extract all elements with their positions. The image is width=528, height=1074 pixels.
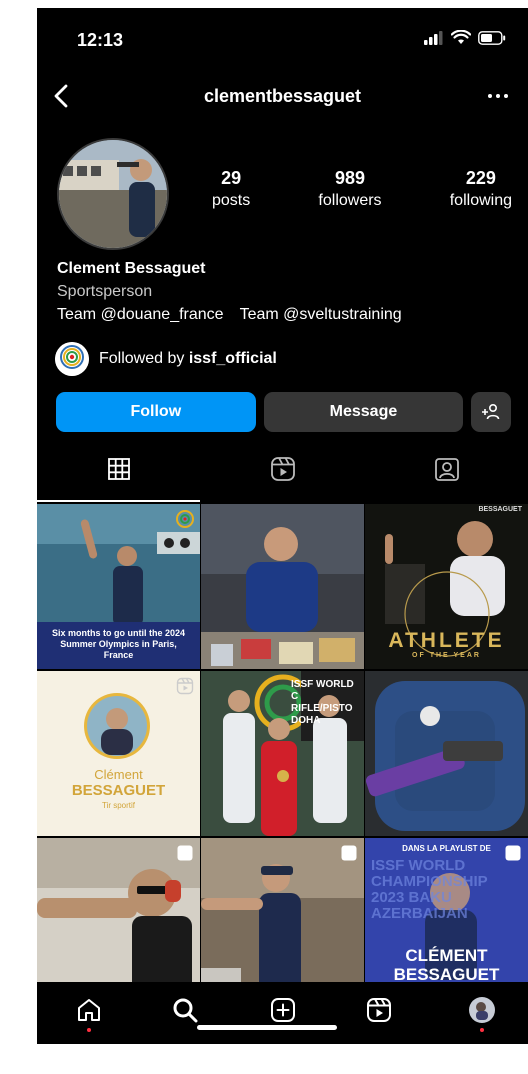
post-name-first: CLÉMENT	[405, 946, 488, 965]
profile-avatar[interactable]	[57, 138, 169, 250]
post-name-first: Clément	[94, 767, 143, 782]
tab-reels[interactable]	[201, 436, 364, 502]
issf-logo-icon	[55, 342, 89, 376]
reel-indicator-icon	[176, 677, 194, 695]
post-subtitle-text: Tir sportif	[101, 801, 136, 810]
home-icon	[78, 999, 100, 1021]
post-top-text: BESSAGUET	[478, 506, 522, 513]
phone-screen: 12:13 clementbessaguet 29 posts 989 foll…	[37, 8, 528, 1044]
post-image	[201, 504, 364, 669]
post-tile[interactable]: Six months to go until the 2024 Summer O…	[37, 504, 200, 669]
nav-search[interactable]	[165, 990, 205, 1030]
post-top-text: DANS LA PLAYLIST DE	[402, 844, 491, 853]
nav-reels[interactable]	[359, 990, 399, 1030]
post-tile[interactable]: Clément BESSAGUET Tir sportif	[37, 671, 200, 836]
stat-value: 29	[221, 168, 242, 188]
avatar-photo	[59, 140, 167, 248]
tab-tagged[interactable]	[365, 436, 528, 502]
status-time: 12:13	[77, 30, 124, 50]
post-tile[interactable]: ISSF WORLD C RIFLE/PISTO DOHA	[201, 671, 364, 836]
status-bar: 12:13	[37, 8, 528, 66]
follow-button[interactable]: Follow	[56, 392, 256, 432]
post-tile[interactable]	[37, 838, 200, 1003]
stat-value: 229	[465, 168, 496, 188]
suggested-users-button[interactable]	[471, 392, 512, 432]
profile-header: clementbessaguet	[37, 72, 528, 120]
bio-link-sveltus[interactable]: Team @sveltustraining	[240, 303, 402, 326]
create-post-icon	[271, 998, 295, 1022]
bottom-navigation	[37, 982, 528, 1044]
stat-label: following	[449, 192, 512, 209]
post-banner-text: ISSF WORLD C RIFLE/PISTO DOHA	[291, 679, 354, 726]
post-subtitle-text: OF THE YEAR	[412, 652, 481, 659]
reels-icon	[367, 998, 391, 1022]
stat-posts[interactable]: 29 posts	[212, 168, 250, 210]
message-button[interactable]: Message	[263, 392, 464, 432]
post-tile[interactable]: ISSF WORLD CHAMPIONSHIP 2023 BAKU AZERBA…	[365, 838, 528, 1003]
bio-link-douane[interactable]: Team @douane_france	[57, 303, 224, 326]
post-image	[365, 671, 528, 836]
post-tile[interactable]	[365, 671, 528, 836]
more-options-icon[interactable]	[484, 84, 512, 108]
stat-label: followers	[318, 192, 382, 209]
nav-home[interactable]	[69, 990, 109, 1030]
post-image	[201, 838, 364, 1003]
carousel-indicator-icon	[341, 845, 357, 861]
active-tab-indicator	[37, 500, 200, 502]
stat-followers[interactable]: 989 followers	[318, 168, 381, 210]
nav-profile[interactable]	[462, 990, 502, 1030]
tab-grid[interactable]	[37, 436, 200, 502]
battery-icon	[478, 30, 506, 45]
profile-tabs	[37, 436, 528, 502]
issf-logo-avatar	[55, 342, 89, 376]
posts-grid: Six months to go until the 2024 Summer O…	[37, 504, 528, 1003]
search-icon	[173, 998, 198, 1023]
post-background-text: ISSF WORLD CHAMPIONSHIP 2023 BAKU AZERBA…	[371, 857, 488, 922]
profile-stats: 29 posts 989 followers 229 following	[212, 168, 512, 210]
stat-value: 989	[334, 168, 366, 188]
reels-icon	[270, 457, 295, 481]
profile-actions: Follow Message	[56, 392, 512, 432]
nav-create[interactable]	[263, 990, 303, 1030]
followed-by[interactable]: Followed by issf_official	[55, 342, 277, 376]
home-notification-dot	[87, 1028, 91, 1032]
post-image	[37, 838, 200, 1003]
post-tile[interactable]	[201, 504, 364, 669]
profile-category: Sportsperson	[57, 283, 153, 300]
post-caption-text: Six months to go until the 2024 Summer O…	[51, 628, 185, 660]
profile-notification-dot	[480, 1028, 484, 1032]
wifi-icon	[451, 30, 471, 44]
tagged-icon	[434, 458, 459, 481]
profile-username: clementbessaguet	[203, 86, 362, 106]
followed-by-text: Followed by issf_official	[99, 350, 277, 368]
profile-bio: Clement Bessaguet Sportsperson Team @dou…	[57, 257, 518, 326]
profile-avatar-icon	[469, 997, 495, 1023]
grid-icon	[107, 458, 130, 480]
post-title-text: ATHLETE	[388, 629, 505, 652]
stat-label: posts	[212, 192, 251, 209]
followed-by-prefix: Followed by	[99, 350, 189, 367]
post-image	[37, 671, 200, 836]
signal-icon	[424, 30, 443, 45]
post-tile[interactable]: BESSAGUET ATHLETE OF THE YEAR	[365, 504, 528, 669]
followed-by-account[interactable]: issf_official	[189, 350, 277, 367]
stat-following[interactable]: 229 following	[450, 168, 512, 210]
status-icons	[424, 30, 506, 45]
profile-full-name: Clement Bessaguet	[57, 260, 206, 277]
home-indicator[interactable]	[197, 1025, 337, 1030]
add-person-icon	[482, 403, 500, 420]
post-tile[interactable]	[201, 838, 364, 1003]
issf-badge-icon	[176, 510, 194, 528]
post-name-last: BESSAGUET	[71, 782, 166, 799]
carousel-indicator-icon	[177, 845, 193, 861]
